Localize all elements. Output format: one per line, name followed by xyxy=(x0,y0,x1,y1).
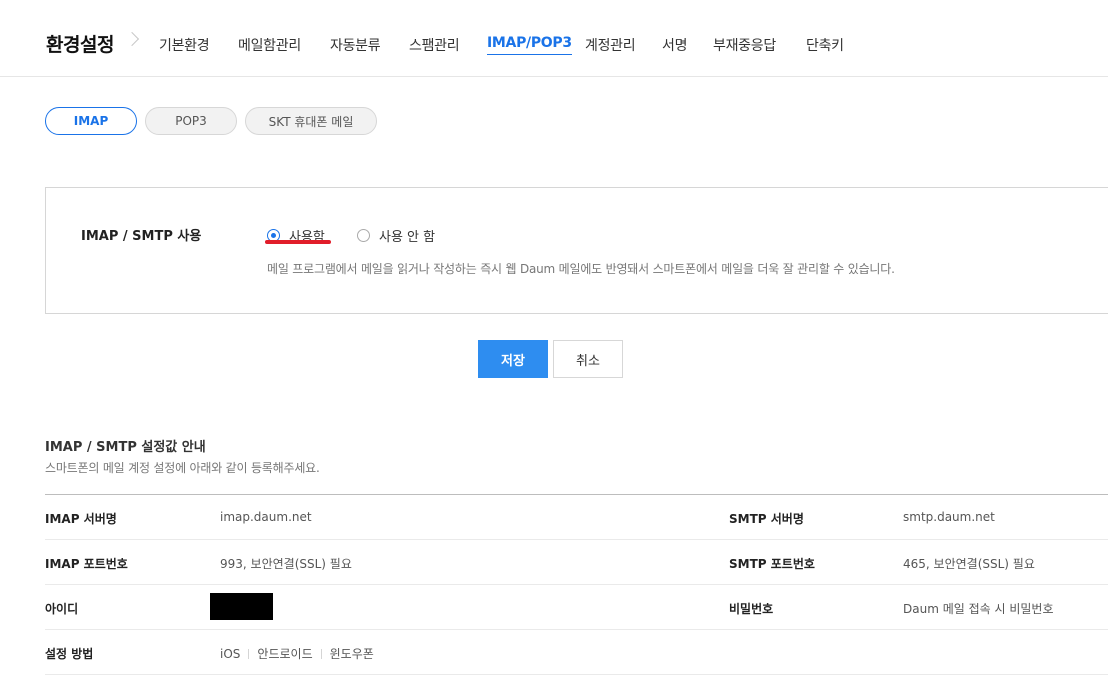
divider xyxy=(248,649,250,659)
settings-info-table: IMAP 서버명 imap.daum.net SMTP 서버명 smtp.dau… xyxy=(45,494,1108,675)
nav-item-mailbox[interactable]: 메일함관리 xyxy=(238,35,301,55)
imap-server-value: imap.daum.net xyxy=(220,510,312,524)
password-value: Daum 메일 접속 시 비밀번호 xyxy=(903,602,1054,616)
redacted-user-id xyxy=(210,593,273,620)
imap-setting-box: IMAP / SMTP 사용 사용함 사용 안 함 메일 프로그램에서 메일을 … xyxy=(45,187,1108,314)
table-row: IMAP 포트번호 993, 보안연결(SSL) 필요 SMTP 포트번호 46… xyxy=(45,540,1108,585)
password-label: 비밀번호 xyxy=(729,602,774,616)
table-row: IMAP 서버명 imap.daum.net SMTP 서버명 smtp.dau… xyxy=(45,495,1108,540)
page-title: 환경설정 xyxy=(46,34,114,56)
ios-link[interactable]: iOS xyxy=(220,647,240,661)
smtp-server-label: SMTP 서버명 xyxy=(729,512,804,526)
table-row: 아이디 비밀번호 Daum 메일 접속 시 비밀번호 xyxy=(45,585,1108,630)
save-button[interactable]: 저장 xyxy=(478,340,548,378)
imap-port-label: IMAP 포트번호 xyxy=(45,557,128,571)
smtp-server-value: smtp.daum.net xyxy=(903,510,995,524)
android-link[interactable]: 안드로이드 xyxy=(257,647,312,661)
radio-unselected-icon[interactable] xyxy=(357,229,370,242)
setting-description: 메일 프로그램에서 메일을 읽거나 작성하는 즉시 웹 Daum 메일에도 반영… xyxy=(267,262,895,276)
tab-pop3[interactable]: POP3 xyxy=(145,107,237,135)
tab-skt-mobile-mail[interactable]: SKT 휴대폰 메일 xyxy=(245,107,377,135)
highlight-underline xyxy=(265,240,331,244)
top-nav: 환경설정 기본환경 메일함관리 자동분류 스팸관리 IMAP/POP3 계정관리… xyxy=(0,0,1108,77)
user-id-label: 아이디 xyxy=(45,602,79,616)
tab-imap[interactable]: IMAP xyxy=(45,107,137,135)
smtp-port-value: 465, 보안연결(SSL) 필요 xyxy=(903,557,1035,571)
windows-phone-link[interactable]: 윈도우폰 xyxy=(330,647,374,661)
setting-label: IMAP / SMTP 사용 xyxy=(81,229,202,244)
nav-item-accounts[interactable]: 계정관리 xyxy=(585,35,636,55)
imap-port-value: 993, 보안연결(SSL) 필요 xyxy=(220,557,352,571)
smtp-port-label: SMTP 포트번호 xyxy=(729,557,815,571)
divider xyxy=(320,649,322,659)
nav-item-spam[interactable]: 스팸관리 xyxy=(409,35,460,55)
radio-disable-label: 사용 안 함 xyxy=(379,230,436,245)
imap-server-label: IMAP 서버명 xyxy=(45,512,117,526)
info-subtitle: 스마트폰의 메일 계정 설정에 아래와 같이 등록해주세요. xyxy=(45,461,320,475)
info-title: IMAP / SMTP 설정값 안내 xyxy=(45,440,206,455)
nav-item-shortcuts[interactable]: 단축키 xyxy=(806,35,844,55)
table-row: 설정 방법 iOS 안드로이드 윈도우폰 xyxy=(45,630,1108,675)
cancel-button[interactable]: 취소 xyxy=(553,340,623,378)
nav-item-autoreply[interactable]: 부재중응답 xyxy=(713,35,776,55)
nav-item-signature[interactable]: 서명 xyxy=(662,35,687,55)
chevron-right-icon xyxy=(124,31,140,47)
setup-links: iOS 안드로이드 윈도우폰 xyxy=(220,645,374,662)
nav-item-basic[interactable]: 기본환경 xyxy=(159,35,210,55)
radio-disable[interactable]: 사용 안 함 xyxy=(357,226,435,245)
nav-item-autosort[interactable]: 자동분류 xyxy=(330,35,381,55)
setup-method-label: 설정 방법 xyxy=(45,647,94,661)
nav-item-imap-pop3[interactable]: IMAP/POP3 xyxy=(487,35,572,55)
